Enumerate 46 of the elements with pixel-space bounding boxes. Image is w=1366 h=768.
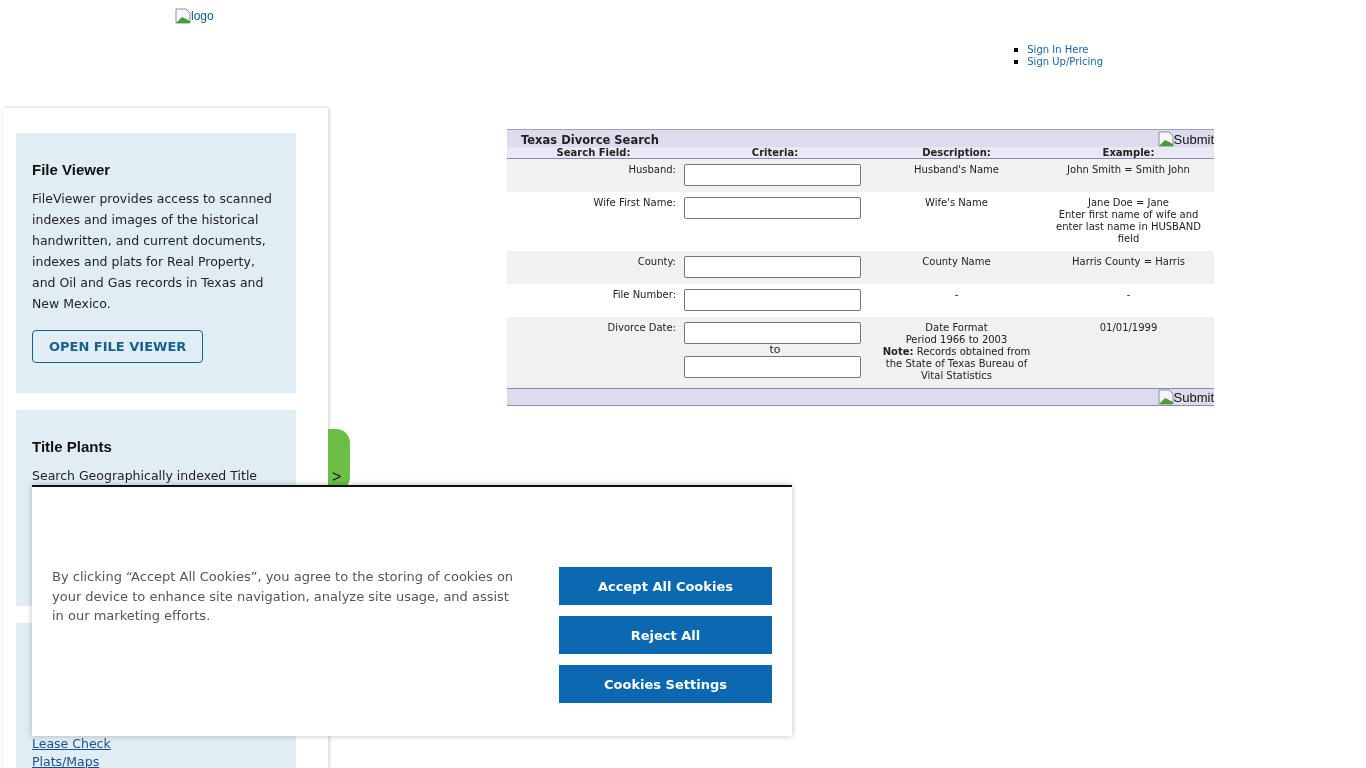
- logo-image: logo: [175, 8, 214, 24]
- card-title: File Viewer: [32, 160, 112, 180]
- bullet-icon: [1014, 48, 1019, 52]
- field-label: County:: [636, 255, 677, 269]
- open-file-viewer-button[interactable]: OPEN FILE VIEWER: [32, 330, 204, 363]
- sidebar-link[interactable]: Plats/Maps: [32, 753, 100, 768]
- submit-button[interactable]: Submit: [1157, 131, 1214, 147]
- card-text: Search Geographically indexed Title: [32, 467, 259, 485]
- bullet-icon: [1014, 60, 1019, 64]
- column-header: Criteria:: [750, 147, 800, 158]
- search-title: Texas Divorce Search: [520, 132, 659, 147]
- submit-button[interactable]: Submit: [1157, 389, 1214, 405]
- column-header: Search Field:: [555, 147, 632, 158]
- input-field[interactable]: [684, 322, 861, 344]
- nav-link[interactable]: Sign Up/Pricing: [1027, 56, 1103, 68]
- example-text: Jane Doe = Jane Enter first name of wife and enter last name in HUSBAND field: [1055, 197, 1202, 245]
- input-field[interactable]: [684, 289, 861, 311]
- nav-link[interactable]: Sign In Here: [1027, 44, 1089, 56]
- input-field[interactable]: [684, 256, 861, 278]
- card-title: Title Plants: [32, 437, 113, 457]
- input-field[interactable]: [684, 356, 861, 378]
- field-label: Divorce Date:: [606, 321, 677, 335]
- example-text: Harris County = Harris: [1071, 256, 1186, 268]
- cookie-button[interactable]: Accept All Cookies: [559, 567, 772, 605]
- sidebar-link[interactable]: Lease Check: [32, 735, 111, 753]
- example-text: 01/01/1999: [1098, 322, 1159, 334]
- cookie-button[interactable]: Reject All: [559, 616, 772, 654]
- range-separator: to: [768, 344, 782, 356]
- description-text: Wife's Name: [924, 197, 989, 209]
- field-label: File Number:: [611, 288, 677, 302]
- field-label: Husband:: [627, 163, 677, 177]
- field-label: Wife First Name:: [592, 196, 677, 210]
- card-text: FileViewer provides access to scanned indexes and images of the historical handwritten, and current documents, indexes and plats for Real Property, and Oil and Gas records in Texas and New Mexico.: [32, 190, 273, 313]
- description-text: County Name: [921, 256, 992, 268]
- column-header: Description:: [921, 147, 992, 158]
- description-text: Date Format Period 1966 to 2003 Note: Records obtained from the State of Texas Bureau of Vital Statistics: [881, 322, 1032, 382]
- column-header: Example:: [1101, 147, 1156, 158]
- description-text: Husband's Name: [913, 164, 1000, 176]
- cookie-text: By clicking “Accept All Cookies”, you agree to the storing of cookies on your device to enhance site navigation, analyze site usage, and assist in our marketing efforts.: [52, 568, 515, 625]
- example-text: -: [1125, 289, 1132, 301]
- broken-image-icon: [175, 8, 191, 24]
- description-text: -: [953, 289, 960, 301]
- example-text: John Smith = Smith John: [1065, 164, 1191, 176]
- input-field[interactable]: [684, 164, 861, 186]
- input-field[interactable]: [684, 197, 861, 219]
- cookie-button[interactable]: Cookies Settings: [559, 665, 772, 703]
